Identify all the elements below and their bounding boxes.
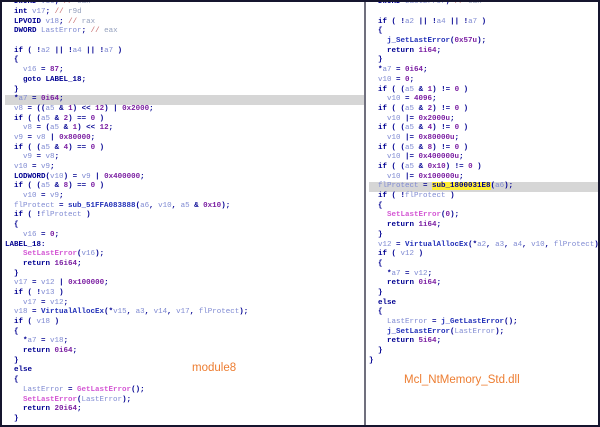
code-line[interactable]: } [369, 347, 598, 357]
code-line[interactable]: } [369, 56, 598, 66]
code-line[interactable]: { [5, 328, 364, 338]
code-line[interactable] [5, 37, 364, 47]
pseudocode-pane-mcl-ntmemory: DWORD LastError; // eax if ( !a2 || !a4 … [366, 2, 598, 425]
code-line[interactable]: v12 = VirtualAllocEx(*a2, a3, a4, v10, f… [369, 241, 598, 251]
code-line[interactable]: if ( !a2 || !a4 || !a7 ) [5, 47, 364, 57]
code-line[interactable]: else [369, 299, 598, 309]
code-line[interactable]: } [5, 357, 364, 367]
code-line[interactable]: if ( !a2 || !a4 || !a7 ) [369, 18, 598, 28]
code-line[interactable]: } [369, 357, 598, 367]
code-line[interactable]: return 20i64; [5, 405, 364, 415]
code-line[interactable]: } [5, 415, 364, 425]
code-line[interactable]: if ( (a5 & 4) != 0 ) [369, 124, 598, 134]
code-line[interactable]: SetLastError(LastError); [5, 396, 364, 406]
code-line[interactable]: if ( (a5 & 4) == 0 ) [5, 144, 364, 154]
code-line[interactable]: if ( (a5 & 0x10) != 0 ) [369, 163, 598, 173]
code-line[interactable]: } [369, 231, 598, 241]
module8-annotation-label: module8 [192, 362, 236, 374]
code-line[interactable]: v9 = v8 | 0x80000; [5, 134, 364, 144]
code-line[interactable]: LastError = GetLastError(); [5, 386, 364, 396]
code-line[interactable]: LastError = j_GetLastError(); [369, 318, 598, 328]
code-line[interactable]: v18 = VirtualAllocEx(*v15, a3, v14, v17,… [5, 308, 364, 318]
code-line[interactable]: if ( (a5 & 8) != 0 ) [369, 144, 598, 154]
code-line[interactable]: v16 = 87; [5, 66, 364, 76]
code-line[interactable]: { [369, 202, 598, 212]
code-line[interactable]: return 1i64; [369, 47, 598, 57]
code-line[interactable]: v16 = 0; [5, 231, 364, 241]
code-line[interactable]: { [369, 260, 598, 270]
code-line[interactable]: if ( (a5 & 2) != 0 ) [369, 105, 598, 115]
code-line[interactable]: v10 = 0; [369, 76, 598, 86]
code-line[interactable]: v8 = (a5 & 1) << 12; [5, 124, 364, 134]
code-line[interactable]: *a7 = 0i64; [5, 95, 364, 105]
code-line[interactable]: v17 = v12; [5, 299, 364, 309]
code-line[interactable]: } [5, 270, 364, 280]
pseudocode-module8: DWORD v16; // eax int v17; // r9d LPVOID… [2, 2, 364, 425]
code-line[interactable]: if ( (a5 & 8) == 0 ) [5, 182, 364, 192]
code-line[interactable]: SetLastError(v16); [5, 250, 364, 260]
code-line[interactable]: if ( v18 ) [5, 318, 364, 328]
code-line[interactable]: { [5, 376, 364, 386]
code-line[interactable]: v10 |= 0x400000u; [369, 153, 598, 163]
code-line[interactable]: *a7 = v18; [5, 337, 364, 347]
code-line[interactable]: LABEL_18: [5, 241, 364, 251]
code-line[interactable]: goto LABEL_18; [5, 76, 364, 86]
dll-annotation-label: Mcl_NtMemory_Std.dll [404, 374, 520, 386]
code-line[interactable]: } [369, 289, 598, 299]
code-line[interactable]: { [369, 27, 598, 37]
code-line[interactable]: v10 |= 0x100000u; [369, 173, 598, 183]
code-line[interactable]: return 5i64; [369, 337, 598, 347]
pseudocode-mcl-ntmemory: DWORD LastError; // eax if ( !a2 || !a4 … [366, 2, 598, 366]
code-line[interactable]: *a7 = 0i64; [369, 66, 598, 76]
code-line[interactable]: } [5, 86, 364, 96]
code-line[interactable]: LPVOID v18; // rax [5, 18, 364, 28]
code-line[interactable]: else [5, 366, 364, 376]
code-line[interactable]: if ( !flProtect ) [5, 211, 364, 221]
code-line[interactable]: LODWORD(v10) = v9 | 0x400000; [5, 173, 364, 183]
code-line[interactable]: v10 = v9; [5, 163, 364, 173]
code-line[interactable]: v17 = v12 | 0x100000; [5, 279, 364, 289]
code-line[interactable]: if ( !v13 ) [5, 289, 364, 299]
code-line[interactable]: v10 = v9; [5, 192, 364, 202]
code-line[interactable]: *a7 = v12; [369, 270, 598, 280]
code-line[interactable]: return 0i64; [369, 279, 598, 289]
code-line[interactable]: { [5, 56, 364, 66]
code-line[interactable]: v10 |= 0x2000u; [369, 115, 598, 125]
code-line[interactable]: j_SetLastError(LastError); [369, 328, 598, 338]
code-line[interactable]: { [369, 308, 598, 318]
code-line[interactable]: flProtect = sub_1800031E8(a6); [369, 182, 598, 192]
code-line[interactable]: if ( (a5 & 2) == 0 ) [5, 115, 364, 125]
code-line[interactable]: SetLastError(0); [369, 211, 598, 221]
code-line[interactable]: { [5, 221, 364, 231]
code-line[interactable] [369, 8, 598, 18]
code-line[interactable]: v10 = 4096; [369, 95, 598, 105]
code-line[interactable]: v8 = ((a5 & 1) << 12) | 0x2000; [5, 105, 364, 115]
pseudocode-pane-module8: DWORD v16; // eax int v17; // r9d LPVOID… [2, 2, 364, 425]
code-line[interactable]: return 0i64; [5, 347, 364, 357]
code-line[interactable]: if ( (a5 & 1) != 0 ) [369, 86, 598, 96]
code-line[interactable]: int v17; // r9d [5, 8, 364, 18]
code-line[interactable]: v9 = v8; [5, 153, 364, 163]
decompiler-comparison-screenshot: DWORD v16; // eax int v17; // r9d LPVOID… [0, 0, 600, 427]
code-line[interactable]: j_SetLastError(0x57u); [369, 37, 598, 47]
code-line[interactable]: if ( v12 ) [369, 250, 598, 260]
code-line[interactable]: DWORD LastError; // eax [5, 27, 364, 37]
code-line[interactable]: return 16i64; [5, 260, 364, 270]
code-line[interactable]: flProtect = sub_51FFA083888(a6, v10, a5 … [5, 202, 364, 212]
code-line[interactable]: v10 |= 0x80000u; [369, 134, 598, 144]
code-line[interactable]: if ( !flProtect ) [369, 192, 598, 202]
code-line[interactable]: return 1i64; [369, 221, 598, 231]
